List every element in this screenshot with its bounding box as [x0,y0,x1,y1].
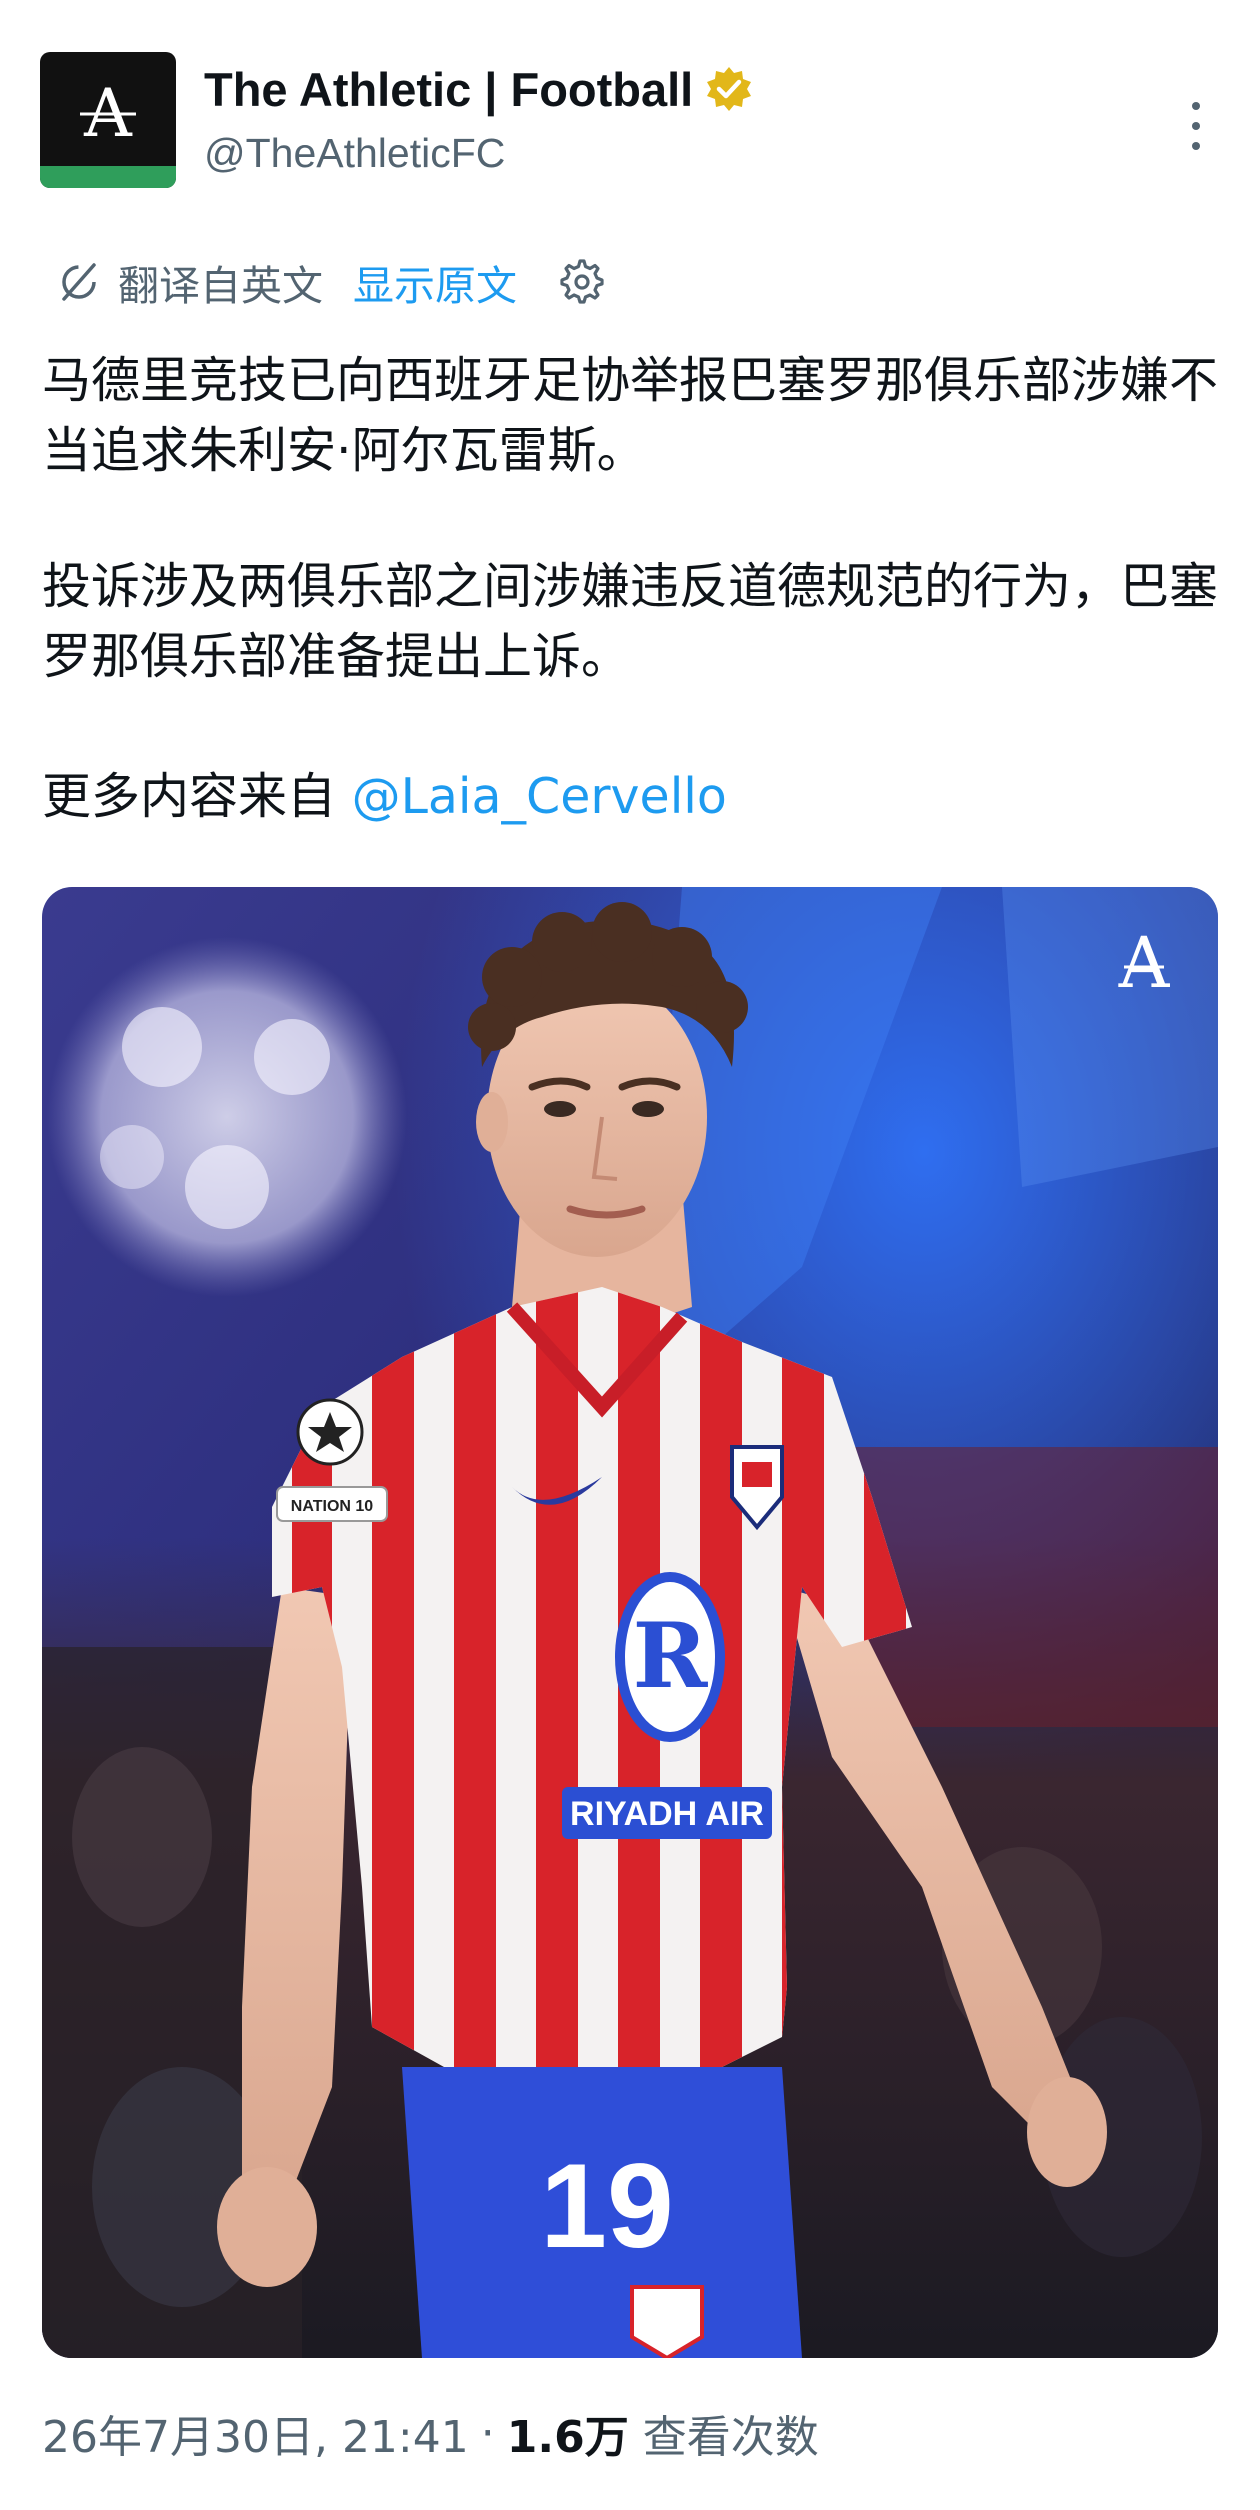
avatar[interactable]: A [40,52,176,188]
display-name[interactable]: The Athletic | Football [204,62,693,117]
tweet-paragraph-1: 马德里竞技已向西班牙足协举报巴塞罗那俱乐部涉嫌不当追求朱利安·阿尔瓦雷斯。 [42,352,1219,479]
more-options-icon[interactable] [1176,96,1216,156]
timestamp[interactable]: 26年7月30日, 21:41 [42,2401,469,2465]
mention-link[interactable]: @Laia_Cervello [352,768,727,825]
shirt-number: 19 [540,2139,673,2273]
handle[interactable]: @TheAthleticFC [204,130,505,177]
views-count[interactable]: 1.6万 [507,2401,629,2465]
more-content-prefix: 更多内容来自 [42,768,352,825]
sponsor-text: RIYADH AIR [570,1795,764,1833]
gear-icon[interactable] [557,257,607,307]
tweet-paragraph-2: 投诉涉及两俱乐部之间涉嫌违反道德规范的行为，巴塞罗那俱乐部准备提出上诉。 [42,558,1219,685]
translated-from-label: 翻译自英文 [118,262,323,310]
verified-badge-icon [707,67,752,111]
sleeve-badge-text: NATION 10 [291,1498,373,1515]
watermark-logo-icon: A [1118,922,1171,1004]
show-original-link[interactable]: 显示原文 [353,252,517,312]
tweet-photo[interactable]: NATION 10 R RIYADH AIR 19 A [42,887,1218,2358]
translate-icon [62,263,96,301]
avatar-brand-bar [40,166,176,188]
athletic-logo-icon: A [80,75,136,152]
translation-bar: 翻译自英文 显示原文 [56,250,607,314]
starball-logo-icon [47,937,407,1297]
views-label: 查看次数 [642,2412,819,2463]
meta-separator: · [480,2407,495,2459]
name-row: The Athletic | Football [204,58,753,120]
tweet-paragraph-3: 更多内容来自 @Laia_Cervello [42,762,1222,832]
tweet-meta: 26年7月30日, 21:41 · 1.6万 查看次数 [42,2398,819,2468]
player-photo: NATION 10 R RIYADH AIR 19 A [42,887,1218,2358]
svg-text:R: R [633,1603,709,1709]
tweet-header: A The Athletic | Football @TheAthleticFC [40,52,1220,188]
